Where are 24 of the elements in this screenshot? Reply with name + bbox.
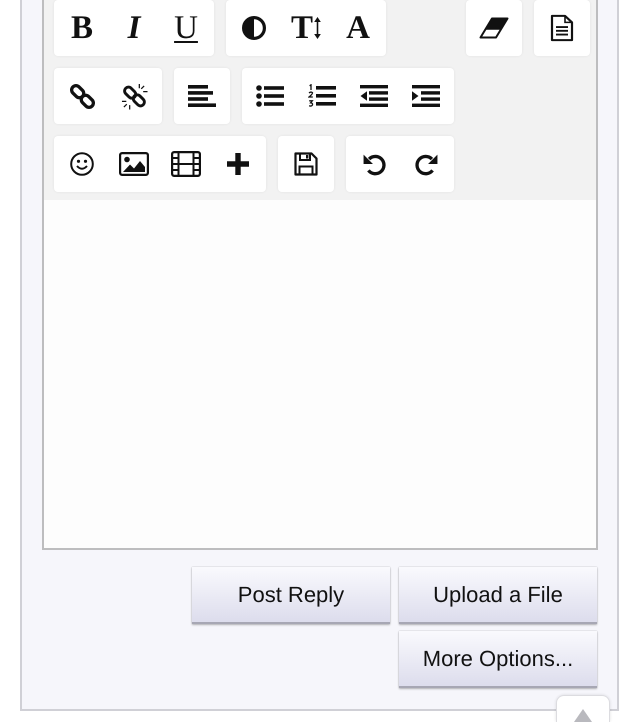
- film-strip-icon: [171, 151, 201, 177]
- document-icon: [550, 14, 574, 42]
- eraser-icon: [479, 17, 509, 39]
- italic-button[interactable]: I: [108, 2, 160, 54]
- indent-icon: [412, 85, 440, 107]
- font-button[interactable]: A: [332, 2, 384, 54]
- text-height-button[interactable]: T: [280, 2, 332, 54]
- smiley-icon: [70, 152, 94, 176]
- chain-link-icon: [68, 82, 96, 110]
- action-button[interactable]: Post Reply: [192, 567, 390, 624]
- image-icon: [119, 152, 149, 176]
- action-button[interactable]: Upload a File: [399, 567, 597, 624]
- underline-button[interactable]: U: [160, 2, 212, 54]
- broken-chain-icon: [120, 82, 148, 110]
- up-triangle-icon: [574, 709, 592, 722]
- align-left-icon: [188, 85, 216, 107]
- half-filled-circle-icon: [242, 16, 266, 40]
- numbered-list-icon: [308, 84, 336, 108]
- action-button[interactable]: More Options...: [399, 631, 597, 688]
- plus-icon: [227, 153, 249, 175]
- bold-button[interactable]: B: [56, 2, 108, 54]
- outdent-icon: [360, 85, 388, 107]
- bullet-list-icon: [256, 85, 284, 107]
- up-down-arrow-icon: [314, 17, 321, 39]
